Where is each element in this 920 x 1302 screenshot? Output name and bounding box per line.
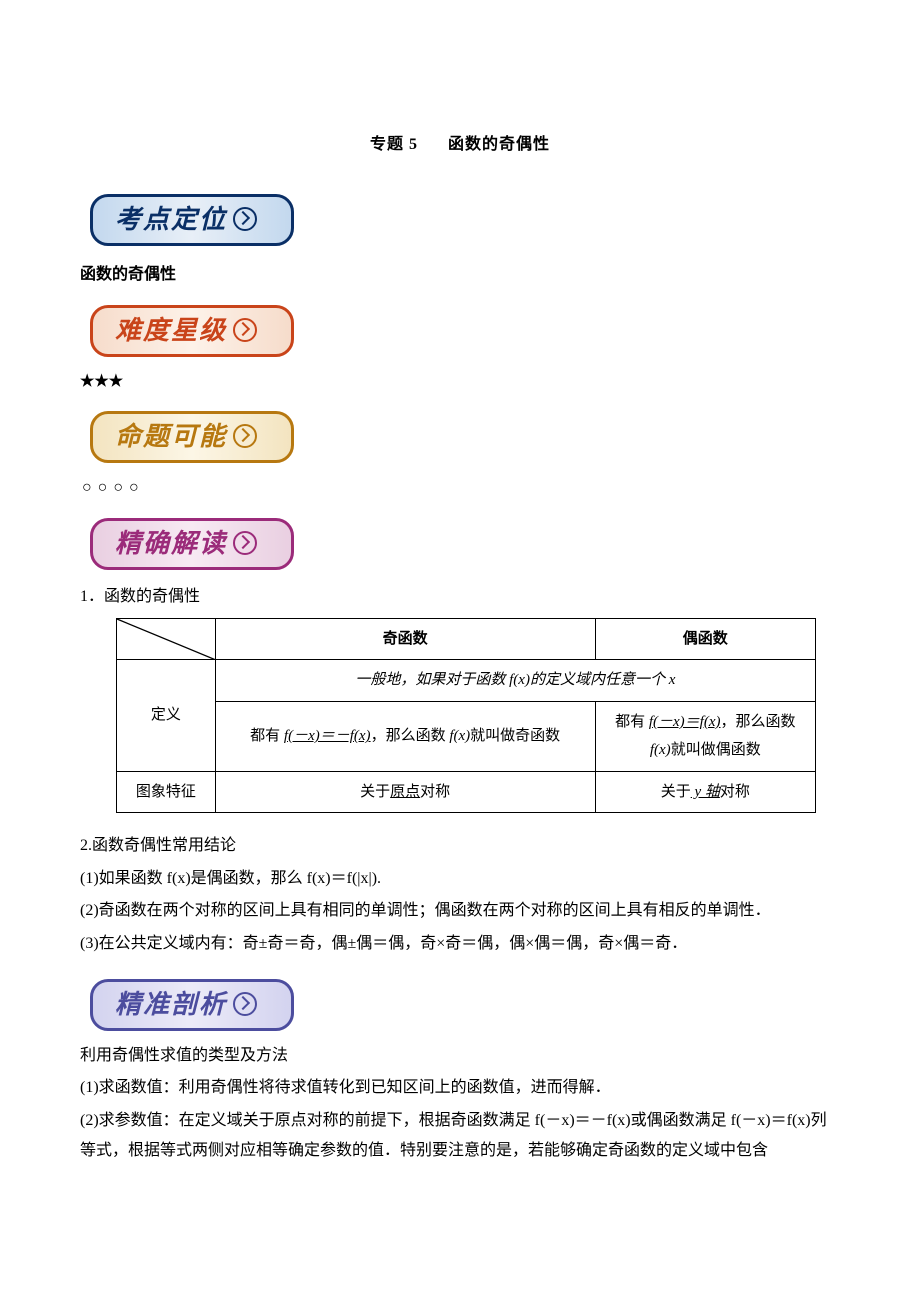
- topic-line: 函数的奇偶性: [80, 260, 840, 290]
- badge-nandu: 难度星级: [90, 305, 294, 357]
- badge-mingti: 命题可能: [90, 411, 294, 463]
- title-main: 函数的奇偶性: [448, 136, 550, 153]
- probability-circles: ○○○○: [82, 473, 840, 503]
- odd-definition: 都有 f(－x)＝－f(x)，那么函数 f(x)就叫做奇函数: [215, 701, 595, 771]
- diagonal-line-icon: [117, 619, 215, 660]
- col-even-header: 偶函数: [595, 618, 815, 660]
- table-row: 都有 f(－x)＝－f(x)，那么函数 f(x)就叫做奇函数 都有 f(－x)＝…: [117, 701, 816, 771]
- even-condition: f(－x)＝f(x): [649, 714, 721, 730]
- analysis-1: (1)求函数值：利用奇偶性将待求值转化到已知区间上的函数值，进而得解．: [80, 1073, 840, 1103]
- analysis-2: (2)求参数值：在定义域关于原点对称的前提下，根据奇函数满足 f(－x)＝－f(…: [80, 1106, 840, 1167]
- conclusion-2: (2)奇函数在两个对称的区间上具有相同的单调性；偶函数在两个对称的区间上具有相反…: [80, 896, 840, 926]
- col-odd-header: 奇函数: [215, 618, 595, 660]
- title-prefix: 专题 5: [370, 136, 418, 153]
- arrow-circle-icon: [233, 992, 257, 1016]
- conclusion-1: (1)如果函数 f(x)是偶函数，那么 f(x)＝f(|x|).: [80, 864, 840, 894]
- even-symmetry: 关于 y 轴对称: [595, 771, 815, 813]
- row-graph-label: 图象特征: [117, 771, 216, 813]
- parity-table: 奇函数 偶函数 定义 一般地，如果对于函数 f(x)的定义域内任意一个 x 都有…: [116, 618, 816, 814]
- section1-title: 1．函数的奇偶性: [80, 582, 840, 612]
- badge-pouxi: 精准剖析: [90, 979, 294, 1031]
- conclusion-3: (3)在公共定义域内有：奇±奇＝奇，偶±偶＝偶，奇×奇＝偶，偶×偶＝偶，奇×偶＝…: [80, 929, 840, 959]
- difficulty-stars: ★★★: [80, 367, 840, 397]
- badge-kaodian: 考点定位: [90, 194, 294, 246]
- table-row: 奇函数 偶函数: [117, 618, 816, 660]
- arrow-circle-icon: [233, 207, 257, 231]
- odd-condition: f(－x)＝－f(x): [284, 728, 371, 744]
- analysis-lead: 利用奇偶性求值的类型及方法: [80, 1041, 840, 1071]
- row-definition-label: 定义: [117, 660, 216, 772]
- definition-premise: 一般地，如果对于函数 f(x)的定义域内任意一个 x: [215, 660, 815, 702]
- arrow-circle-icon: [233, 424, 257, 448]
- even-definition: 都有 f(－x)＝f(x)，那么函数 f(x)就叫做偶函数: [595, 701, 815, 771]
- arrow-circle-icon: [233, 318, 257, 342]
- odd-symmetry: 关于原点对称: [215, 771, 595, 813]
- table-row: 图象特征 关于原点对称 关于 y 轴对称: [117, 771, 816, 813]
- section2-title: 2.函数奇偶性常用结论: [80, 831, 840, 861]
- arrow-circle-icon: [233, 531, 257, 555]
- page-title: 专题 5 函数的奇偶性: [80, 130, 840, 160]
- diag-cell: [117, 618, 216, 660]
- badge-jiedu: 精确解读: [90, 518, 294, 570]
- table-row: 定义 一般地，如果对于函数 f(x)的定义域内任意一个 x: [117, 660, 816, 702]
